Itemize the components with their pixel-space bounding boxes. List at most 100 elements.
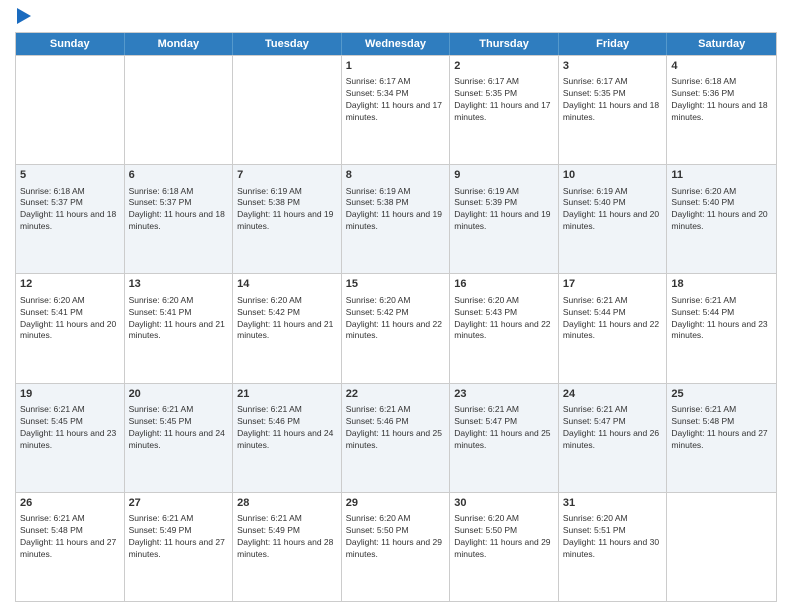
day-number: 22 <box>346 387 446 402</box>
calendar-cell: 14 Sunrise: 6:20 AM Sunset: 5:42 PM Dayli… <box>233 274 342 382</box>
day-info: Sunrise: 6:21 AM Sunset: 5:48 PM Dayligh… <box>671 404 772 452</box>
calendar-cell: 5 Sunrise: 6:18 AM Sunset: 5:37 PM Daylig… <box>16 165 125 273</box>
calendar-cell: 12 Sunrise: 6:20 AM Sunset: 5:41 PM Dayli… <box>16 274 125 382</box>
day-info: Sunrise: 6:21 AM Sunset: 5:49 PM Dayligh… <box>237 513 337 561</box>
day-number: 9 <box>454 168 554 183</box>
calendar-cell: 31 Sunrise: 6:20 AM Sunset: 5:51 PM Dayli… <box>559 493 668 601</box>
day-info: Sunrise: 6:20 AM Sunset: 5:42 PM Dayligh… <box>237 295 337 343</box>
day-info: Sunrise: 6:20 AM Sunset: 5:42 PM Dayligh… <box>346 295 446 343</box>
calendar-cell: 25 Sunrise: 6:21 AM Sunset: 5:48 PM Dayli… <box>667 384 776 492</box>
day-number: 11 <box>671 168 772 183</box>
calendar-row-3: 12 Sunrise: 6:20 AM Sunset: 5:41 PM Dayli… <box>16 273 776 382</box>
calendar-cell: 19 Sunrise: 6:21 AM Sunset: 5:45 PM Dayli… <box>16 384 125 492</box>
day-number: 26 <box>20 496 120 511</box>
day-info: Sunrise: 6:18 AM Sunset: 5:37 PM Dayligh… <box>129 186 229 234</box>
day-number: 15 <box>346 277 446 292</box>
day-info: Sunrise: 6:21 AM Sunset: 5:46 PM Dayligh… <box>237 404 337 452</box>
calendar-cell: 8 Sunrise: 6:19 AM Sunset: 5:38 PM Daylig… <box>342 165 451 273</box>
weekday-header-tuesday: Tuesday <box>233 33 342 55</box>
calendar: SundayMondayTuesdayWednesdayThursdayFrid… <box>15 32 777 602</box>
day-number: 13 <box>129 277 229 292</box>
day-info: Sunrise: 6:17 AM Sunset: 5:35 PM Dayligh… <box>563 76 663 124</box>
calendar-row-2: 5 Sunrise: 6:18 AM Sunset: 5:37 PM Daylig… <box>16 164 776 273</box>
day-number: 18 <box>671 277 772 292</box>
calendar-cell: 9 Sunrise: 6:19 AM Sunset: 5:39 PM Daylig… <box>450 165 559 273</box>
weekday-header-wednesday: Wednesday <box>342 33 451 55</box>
calendar-cell: 29Sunrise: 6:20 AM Sunset: 5:50 PM Dayli… <box>342 493 451 601</box>
day-number: 20 <box>129 387 229 402</box>
day-number: 10 <box>563 168 663 183</box>
day-number: 5 <box>20 168 120 183</box>
day-info: Sunrise: 6:21 AM Sunset: 5:46 PM Dayligh… <box>346 404 446 452</box>
day-info: Sunrise: 6:20 AM Sunset: 5:43 PM Dayligh… <box>454 295 554 343</box>
day-info: Sunrise: 6:21 AM Sunset: 5:47 PM Dayligh… <box>563 404 663 452</box>
calendar-cell: 28 Sunrise: 6:21 AM Sunset: 5:49 PM Dayli… <box>233 493 342 601</box>
day-info: Sunrise: 6:21 AM Sunset: 5:44 PM Dayligh… <box>563 295 663 343</box>
day-number: 25 <box>671 387 772 402</box>
day-info: Sunrise: 6:20 AM Sunset: 5:40 PM Dayligh… <box>671 186 772 234</box>
weekday-header-sunday: Sunday <box>16 33 125 55</box>
calendar-cell: 7Sunrise: 6:19 AM Sunset: 5:38 PM Daylig… <box>233 165 342 273</box>
calendar-header: SundayMondayTuesdayWednesdayThursdayFrid… <box>16 33 776 55</box>
day-info: Sunrise: 6:17 AM Sunset: 5:34 PM Dayligh… <box>346 76 446 124</box>
day-info: Sunrise: 6:20 AM Sunset: 5:50 PM Dayligh… <box>346 513 446 561</box>
logo <box>15 10 31 24</box>
day-number: 3 <box>563 59 663 74</box>
day-info: Sunrise: 6:18 AM Sunset: 5:36 PM Dayligh… <box>671 76 772 124</box>
calendar-cell <box>233 56 342 164</box>
day-info: Sunrise: 6:20 AM Sunset: 5:41 PM Dayligh… <box>129 295 229 343</box>
day-info: Sunrise: 6:19 AM Sunset: 5:38 PM Dayligh… <box>346 186 446 234</box>
day-number: 6 <box>129 168 229 183</box>
calendar-cell: 22 Sunrise: 6:21 AM Sunset: 5:46 PM Dayli… <box>342 384 451 492</box>
calendar-cell: 20 Sunrise: 6:21 AM Sunset: 5:45 PM Dayli… <box>125 384 234 492</box>
day-number: 14 <box>237 277 337 292</box>
day-number: 23 <box>454 387 554 402</box>
day-info: Sunrise: 6:19 AM Sunset: 5:40 PM Dayligh… <box>563 186 663 234</box>
day-info: Sunrise: 6:21 AM Sunset: 5:45 PM Dayligh… <box>129 404 229 452</box>
day-info: Sunrise: 6:17 AM Sunset: 5:35 PM Dayligh… <box>454 76 554 124</box>
weekday-header-monday: Monday <box>125 33 234 55</box>
day-number: 27 <box>129 496 229 511</box>
day-number: 19 <box>20 387 120 402</box>
day-info: Sunrise: 6:20 AM Sunset: 5:51 PM Dayligh… <box>563 513 663 561</box>
day-info: Sunrise: 6:20 AM Sunset: 5:41 PM Dayligh… <box>20 295 120 343</box>
header <box>15 10 777 24</box>
calendar-cell: 27 Sunrise: 6:21 AM Sunset: 5:49 PM Dayli… <box>125 493 234 601</box>
day-info: Sunrise: 6:21 AM Sunset: 5:49 PM Dayligh… <box>129 513 229 561</box>
calendar-cell: 1 Sunrise: 6:17 AM Sunset: 5:34 PM Daylig… <box>342 56 451 164</box>
logo-arrow-icon <box>17 8 31 24</box>
calendar-cell: 4Sunrise: 6:18 AM Sunset: 5:36 PM Daylig… <box>667 56 776 164</box>
calendar-cell: 11 Sunrise: 6:20 AM Sunset: 5:40 PM Dayli… <box>667 165 776 273</box>
calendar-row-1: 1 Sunrise: 6:17 AM Sunset: 5:34 PM Daylig… <box>16 55 776 164</box>
day-info: Sunrise: 6:21 AM Sunset: 5:47 PM Dayligh… <box>454 404 554 452</box>
day-number: 12 <box>20 277 120 292</box>
day-number: 1 <box>346 59 446 74</box>
weekday-header-saturday: Saturday <box>667 33 776 55</box>
calendar-row-5: 26 Sunrise: 6:21 AM Sunset: 5:48 PM Dayli… <box>16 492 776 601</box>
day-info: Sunrise: 6:21 AM Sunset: 5:45 PM Dayligh… <box>20 404 120 452</box>
day-number: 7 <box>237 168 337 183</box>
weekday-header-friday: Friday <box>559 33 668 55</box>
calendar-cell: 13 Sunrise: 6:20 AM Sunset: 5:41 PM Dayli… <box>125 274 234 382</box>
day-info: Sunrise: 6:19 AM Sunset: 5:39 PM Dayligh… <box>454 186 554 234</box>
calendar-cell <box>667 493 776 601</box>
day-info: Sunrise: 6:21 AM Sunset: 5:44 PM Dayligh… <box>671 295 772 343</box>
calendar-cell: 24 Sunrise: 6:21 AM Sunset: 5:47 PM Dayli… <box>559 384 668 492</box>
calendar-body: 1 Sunrise: 6:17 AM Sunset: 5:34 PM Daylig… <box>16 55 776 601</box>
calendar-cell: 10 Sunrise: 6:19 AM Sunset: 5:40 PM Dayli… <box>559 165 668 273</box>
day-number: 30 <box>454 496 554 511</box>
calendar-cell: 26 Sunrise: 6:21 AM Sunset: 5:48 PM Dayli… <box>16 493 125 601</box>
day-number: 16 <box>454 277 554 292</box>
day-number: 28 <box>237 496 337 511</box>
day-info: Sunrise: 6:21 AM Sunset: 5:48 PM Dayligh… <box>20 513 120 561</box>
page: SundayMondayTuesdayWednesdayThursdayFrid… <box>0 0 792 612</box>
calendar-cell: 21Sunrise: 6:21 AM Sunset: 5:46 PM Dayli… <box>233 384 342 492</box>
day-info: Sunrise: 6:18 AM Sunset: 5:37 PM Dayligh… <box>20 186 120 234</box>
calendar-cell: 17Sunrise: 6:21 AM Sunset: 5:44 PM Dayli… <box>559 274 668 382</box>
day-number: 31 <box>563 496 663 511</box>
day-number: 8 <box>346 168 446 183</box>
calendar-cell: 23 Sunrise: 6:21 AM Sunset: 5:47 PM Dayli… <box>450 384 559 492</box>
calendar-cell <box>125 56 234 164</box>
weekday-header-thursday: Thursday <box>450 33 559 55</box>
day-number: 24 <box>563 387 663 402</box>
